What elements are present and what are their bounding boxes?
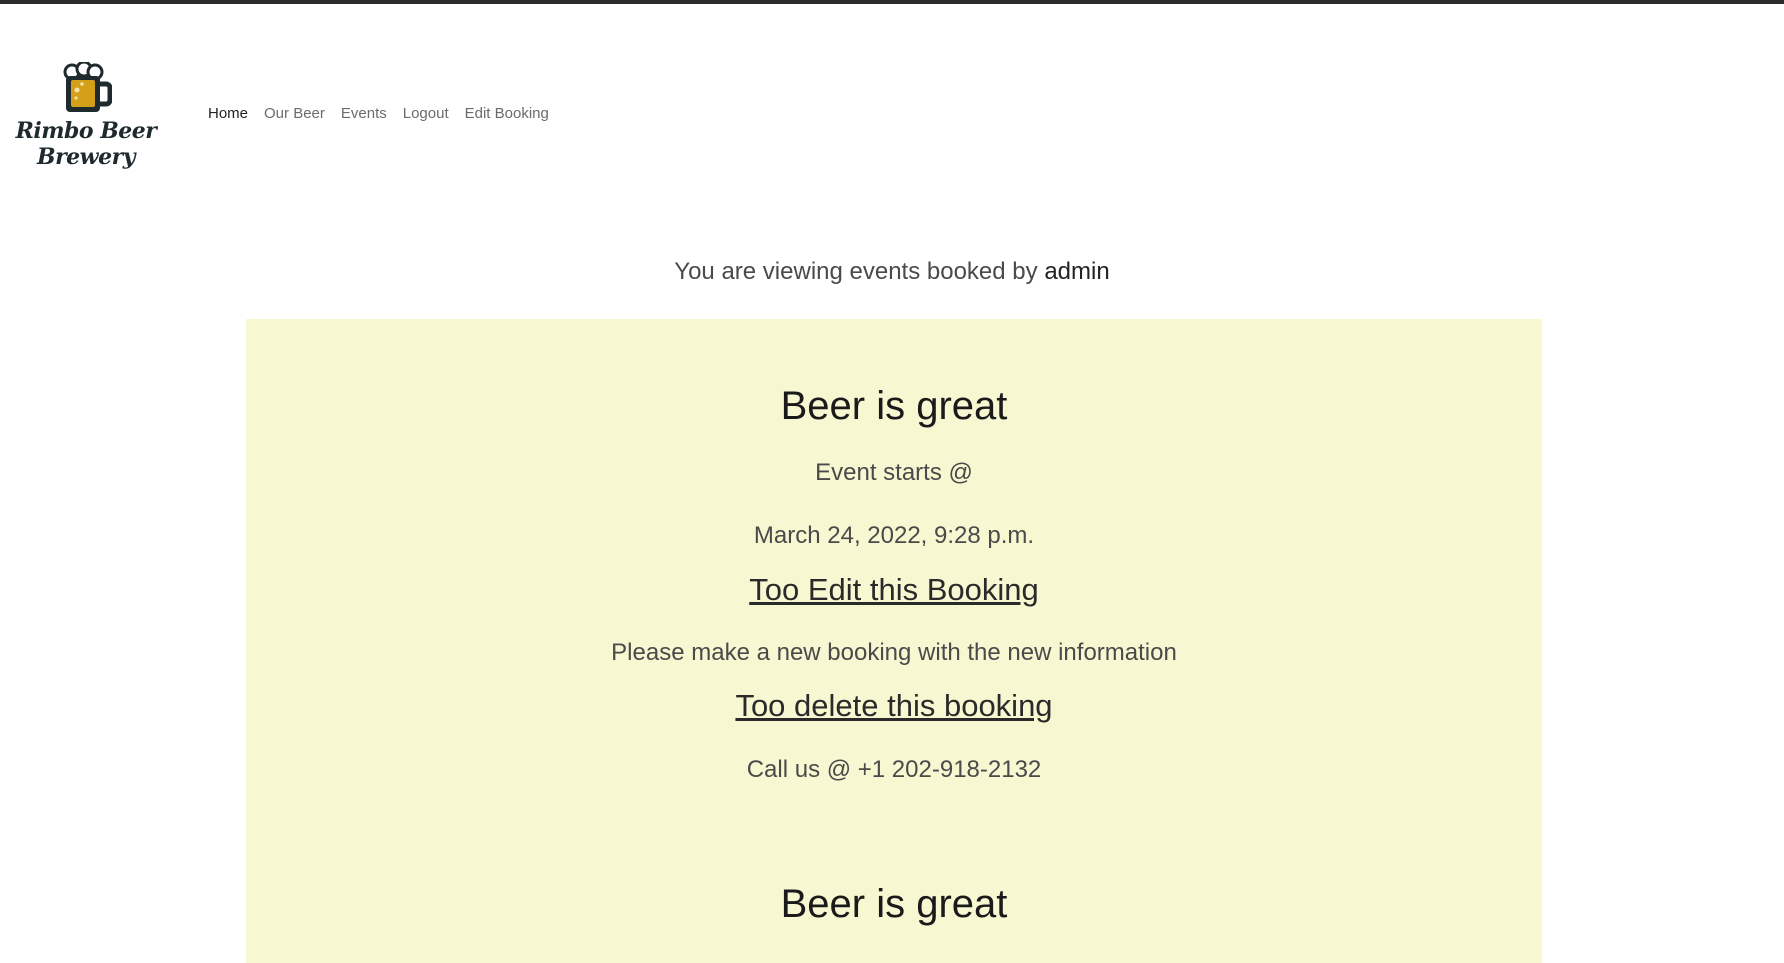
nav-logout[interactable]: Logout: [403, 105, 449, 122]
nav-home[interactable]: Home: [208, 105, 248, 122]
viewing-prefix: You are viewing events booked by: [674, 258, 1038, 285]
nav-our-beer[interactable]: Our Beer: [264, 105, 325, 122]
brand-line1: Rimbo Beer: [15, 118, 157, 144]
main-nav: Home Our Beer Events Logout Edit Booking: [208, 105, 549, 122]
bookings-panel: Beer is great Event starts @ March 24, 2…: [246, 319, 1542, 963]
nav-events[interactable]: Events: [341, 105, 387, 122]
nav-edit-booking[interactable]: Edit Booking: [465, 105, 549, 122]
viewing-user: admin: [1044, 258, 1110, 285]
booking-card: Beer is great: [246, 319, 1542, 963]
brand-name: Rimbo Beer Brewery: [0, 118, 172, 170]
site-header: Rimbo Beer Brewery Home Our Beer Events …: [0, 4, 1784, 224]
brand-logo[interactable]: Rimbo Beer Brewery: [0, 60, 172, 174]
beer-mug-icon: [60, 60, 113, 116]
brand-line2: Brewery: [37, 144, 136, 170]
booking-title: Beer is great: [780, 882, 1008, 926]
viewing-notice: You are viewing events booked by admin: [0, 258, 1784, 286]
